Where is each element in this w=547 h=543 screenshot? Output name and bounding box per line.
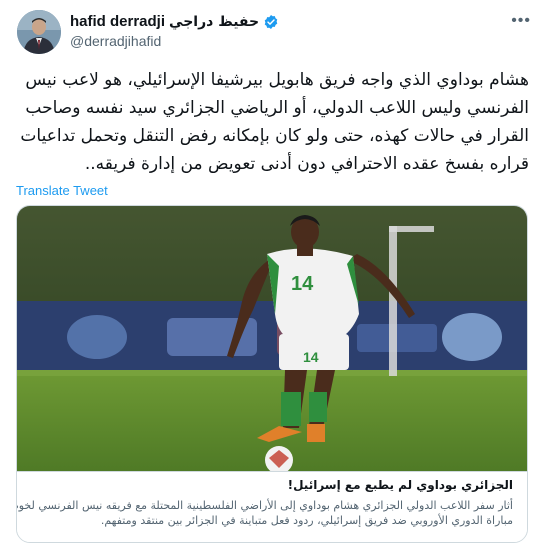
author-name-en[interactable]: hafid derradji bbox=[70, 13, 165, 30]
tweet-line: هشام بوداوي الذي واجه فريق هابويل بيرشيف… bbox=[25, 70, 529, 90]
tweet-line: قراره بفسخ عقده الاحترافي دون أدنى تعويض… bbox=[84, 154, 529, 174]
card-caption[interactable]: الجزائري بوداوي لم يطبع مع إسرائيل! أثار… bbox=[16, 471, 527, 542]
translate-tweet-link[interactable]: Translate Tweet bbox=[16, 183, 108, 198]
card-description-line: مباراة الدوري الأوروبي ضد فريق إسرائيلي،… bbox=[100, 514, 513, 527]
tweet-line: الفرنسي وليس اللاعب الدولي، أو الرياضي ا… bbox=[25, 98, 529, 118]
verified-badge-icon bbox=[264, 14, 278, 29]
author-name-row[interactable]: hafid derradji حفيظ دراجي bbox=[70, 13, 279, 30]
shorts-number: 14 bbox=[303, 349, 319, 365]
card-title[interactable]: الجزائري بوداوي لم يطبع مع إسرائيل! bbox=[288, 478, 513, 492]
card-description: أثار سفر اللاعب الدولي الجزائري هشام بود… bbox=[16, 498, 513, 528]
avatar[interactable] bbox=[17, 10, 61, 54]
avatar-photo bbox=[17, 10, 61, 54]
jersey-number: 14 bbox=[291, 273, 314, 295]
author-handle[interactable]: @derradjihafid bbox=[70, 33, 161, 49]
more-options-icon[interactable]: ••• bbox=[511, 12, 531, 30]
card-description-line: أثار سفر اللاعب الدولي الجزائري هشام بود… bbox=[16, 499, 513, 512]
tweet-line: القرار في حالات كهذه، حتى ولو كان بإمكان… bbox=[20, 126, 529, 146]
tweet-text: هشام بوداوي الذي واجه فريق هابويل بيرشيف… bbox=[20, 66, 529, 178]
author-name-ar[interactable]: حفيظ دراجي bbox=[169, 14, 259, 30]
card-image[interactable]: 14 14 bbox=[17, 206, 527, 471]
link-card[interactable]: 14 14 الجزائري بوداوي لم يطبع مع إسرائيل… bbox=[16, 205, 528, 543]
